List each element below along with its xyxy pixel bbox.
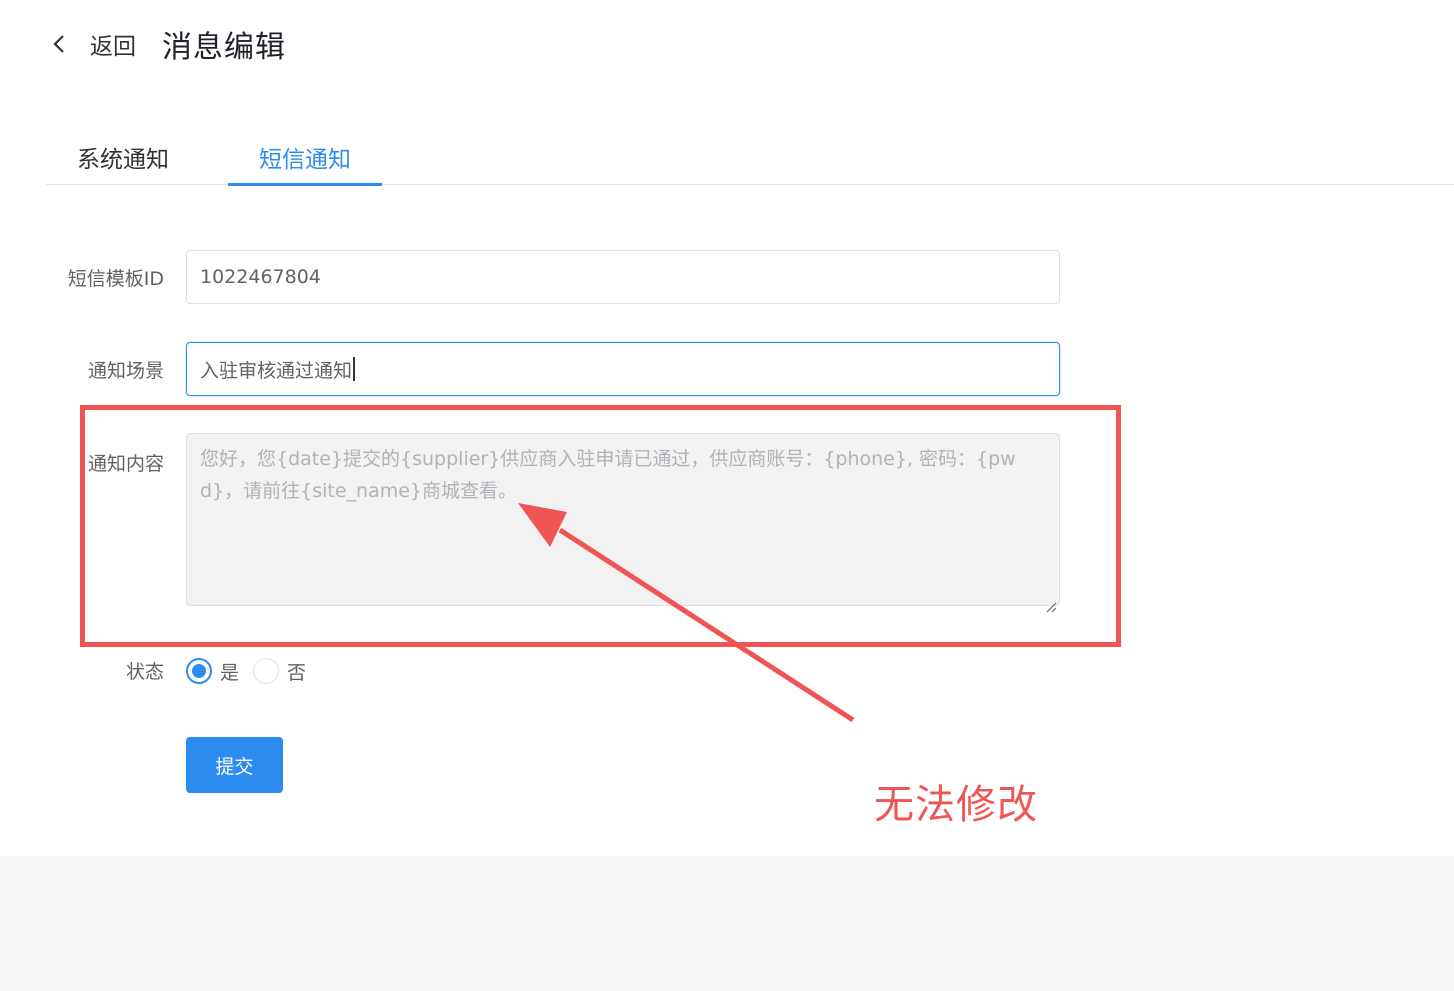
- chevron-left-icon[interactable]: [52, 34, 66, 54]
- submit-button[interactable]: 提交: [186, 737, 283, 793]
- status-option-yes[interactable]: 是: [220, 658, 239, 685]
- scene-input[interactable]: 入驻审核通过通知: [186, 342, 1060, 396]
- content-label: 通知内容: [87, 453, 164, 475]
- scene-value: 入驻审核通过通知: [200, 359, 353, 382]
- tab-sms-notice[interactable]: 短信通知: [228, 130, 382, 186]
- status-radio-no[interactable]: [253, 658, 280, 684]
- template-id-value: 1022467804: [200, 266, 321, 288]
- page-title: 消息编辑: [162, 30, 286, 65]
- template-id-label: 短信模板ID: [67, 268, 164, 290]
- page-content: 返回 消息编辑 系统通知 短信通知 短信模板ID 1022467804 通知场景…: [0, 0, 1454, 856]
- status-radio-yes[interactable]: [186, 658, 212, 684]
- status-option-no[interactable]: 否: [287, 658, 306, 685]
- annotation-label: 无法修改: [874, 782, 1038, 828]
- status-radio-group: 是 否: [186, 657, 320, 685]
- radio-dot-icon: [192, 664, 206, 678]
- tab-bar: 系统通知 短信通知: [46, 130, 1454, 186]
- content-value: 您好，您{date}提交的{supplier}供应商入驻申请已通过，供应商账号：…: [200, 448, 1016, 502]
- back-link[interactable]: 返回: [90, 27, 136, 61]
- tab-system-notice[interactable]: 系统通知: [46, 130, 200, 184]
- template-id-input[interactable]: 1022467804: [186, 250, 1060, 304]
- page-header: 返回 消息编辑: [52, 24, 286, 65]
- scene-label: 通知场景: [87, 360, 164, 382]
- status-label: 状态: [125, 661, 164, 683]
- resize-handle-icon[interactable]: [1045, 591, 1057, 613]
- content-textarea[interactable]: 您好，您{date}提交的{supplier}供应商入驻申请已通过，供应商账号：…: [186, 433, 1060, 613]
- text-caret: [353, 357, 356, 381]
